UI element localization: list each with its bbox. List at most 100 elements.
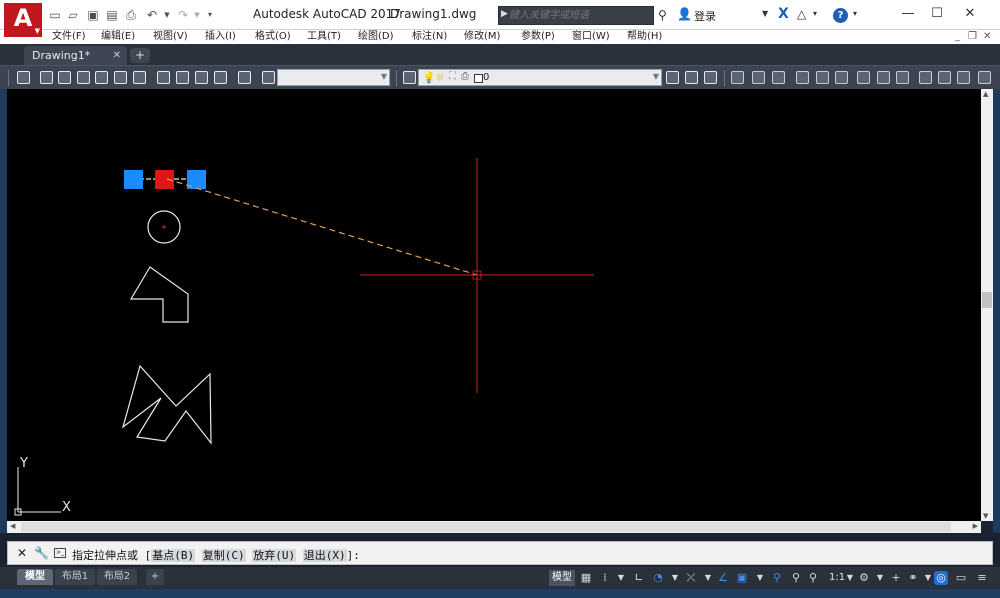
- polyline-shape-2[interactable]: [121, 364, 212, 445]
- auto-scale-icon[interactable]: ⚲: [789, 571, 803, 585]
- menu-modify[interactable]: 修改(M): [464, 30, 500, 44]
- dim-linear-icon[interactable]: [731, 71, 744, 84]
- object-snap-icon[interactable]: ▣: [735, 571, 749, 585]
- scroll-down-icon[interactable]: ▼: [983, 512, 988, 520]
- menu-file[interactable]: 文件(F): [52, 30, 86, 44]
- layer-previous-icon[interactable]: [685, 71, 698, 84]
- dim-aligned-icon[interactable]: [752, 71, 765, 84]
- polyline-shape-1[interactable]: [129, 266, 189, 323]
- dim-diameter-icon[interactable]: [835, 71, 848, 84]
- ortho-icon[interactable]: ∟: [632, 571, 646, 585]
- binoculars-search-icon[interactable]: ⚲: [658, 8, 667, 22]
- make-current-layer-icon[interactable]: [666, 71, 679, 84]
- horizontal-scrollbar[interactable]: ◀ ▶: [7, 521, 981, 533]
- vertical-scroll-thumb[interactable]: [982, 292, 992, 308]
- clean-screen-icon[interactable]: ▭: [954, 571, 968, 585]
- isodraft-dropdown-icon[interactable]: ▼: [701, 571, 715, 585]
- named-views-icon[interactable]: [262, 71, 275, 84]
- undo-dropdown-icon[interactable]: ▼: [160, 8, 174, 22]
- redo-dropdown-icon[interactable]: ▼: [190, 8, 204, 22]
- menu-view[interactable]: 视图(V): [153, 30, 188, 44]
- a360-icon[interactable]: △: [797, 7, 806, 21]
- expand-arrow-icon[interactable]: ▶: [501, 9, 508, 19]
- doc-close-button[interactable]: ✕: [983, 30, 991, 44]
- user-icon[interactable]: 👤: [677, 7, 692, 21]
- menu-dimension[interactable]: 标注(N): [412, 30, 447, 44]
- layer-state-icon[interactable]: [704, 71, 717, 84]
- undo-icon[interactable]: ↶: [145, 8, 159, 22]
- isolate-objects-icon[interactable]: ⚭: [906, 571, 920, 585]
- plot-icon[interactable]: ⎙: [461, 71, 469, 82]
- close-tab-icon[interactable]: ✕: [113, 46, 121, 65]
- workspace-icon[interactable]: [17, 71, 30, 84]
- menu-draw[interactable]: 绘图(D): [358, 30, 394, 44]
- customize-qat-icon[interactable]: ▾: [203, 8, 217, 22]
- iso-se-icon[interactable]: [176, 71, 189, 84]
- save-as-icon[interactable]: ▤: [105, 8, 119, 22]
- chevron-down-icon[interactable]: ▼: [381, 72, 387, 81]
- search-box[interactable]: ▶: [498, 6, 654, 25]
- object-snap-tracking-icon[interactable]: ∠: [716, 571, 730, 585]
- tab-layout2[interactable]: 布局2: [97, 569, 137, 585]
- add-layout-button[interactable]: +: [146, 569, 164, 585]
- scroll-right-icon[interactable]: ▶: [973, 522, 978, 530]
- minimize-button[interactable]: —: [893, 4, 923, 24]
- doc-restore-button[interactable]: ❐: [968, 30, 977, 44]
- menu-edit[interactable]: 编辑(E): [101, 30, 135, 44]
- workspace-dropdown-icon[interactable]: ▼: [873, 571, 887, 585]
- dim-continue-icon[interactable]: [919, 71, 932, 84]
- command-option-exit[interactable]: 退出(X): [302, 549, 347, 562]
- dim-baseline-icon[interactable]: [896, 71, 909, 84]
- model-space[interactable]: Y X: [7, 89, 981, 521]
- menu-format[interactable]: 格式(O): [255, 30, 291, 44]
- scale-dropdown-icon[interactable]: ▼: [843, 571, 857, 585]
- dim-quick-icon[interactable]: [877, 71, 890, 84]
- help-dropdown-icon[interactable]: ▾: [853, 9, 857, 18]
- hardware-acceleration-icon[interactable]: ◎: [934, 571, 948, 585]
- lightbulb-icon[interactable]: 💡: [422, 71, 436, 84]
- a360-dropdown-icon[interactable]: ▾: [813, 9, 817, 18]
- layer-color-swatch[interactable]: [474, 74, 483, 83]
- command-prompt-icon[interactable]: >_: [54, 548, 66, 558]
- file-tab-drawing1[interactable]: Drawing1* ✕: [24, 46, 127, 65]
- command-line[interactable]: ✕ 🔧 >_ 指定拉伸点或 [基点(B) 复制(C) 放弃(U) 退出(X)]:: [7, 541, 993, 565]
- tolerance-icon[interactable]: [978, 71, 991, 84]
- dim-radius-icon[interactable]: [816, 71, 829, 84]
- iso-sw-icon[interactable]: [157, 71, 170, 84]
- close-window-button[interactable]: ✕: [955, 4, 985, 24]
- command-option-undo[interactable]: 放弃(U): [252, 549, 297, 562]
- maximize-button[interactable]: ☐: [922, 4, 952, 24]
- snap-icon[interactable]: ⁞: [598, 571, 612, 585]
- command-option-copy[interactable]: 复制(C): [201, 549, 246, 562]
- command-option-base[interactable]: 基点(B): [151, 549, 196, 562]
- new-tab-button[interactable]: +: [130, 48, 150, 63]
- plus-icon[interactable]: +: [889, 571, 903, 585]
- layer-combo[interactable]: 💡 ☼ ⛶ ⎙ 0 ▼: [418, 69, 662, 86]
- dim-space-icon[interactable]: [938, 71, 951, 84]
- menu-parametric[interactable]: 参数(P): [521, 30, 555, 44]
- help-icon[interactable]: ?: [833, 8, 848, 23]
- annotation-visibility-icon[interactable]: ⚲: [770, 571, 784, 585]
- grip-cold-left[interactable]: [124, 170, 143, 189]
- wrench-icon[interactable]: 🔧: [34, 546, 49, 560]
- save-icon[interactable]: ▣: [86, 8, 100, 22]
- tab-layout1[interactable]: 布局1: [55, 569, 95, 585]
- search-input[interactable]: [509, 8, 651, 23]
- drawing-canvas[interactable]: Y X: [7, 89, 981, 521]
- toolbar-grip[interactable]: [8, 70, 9, 86]
- osnap-dropdown-icon[interactable]: ▼: [753, 571, 767, 585]
- vertical-scrollbar[interactable]: ▲ ▼: [981, 89, 993, 521]
- dim-arc-icon[interactable]: [772, 71, 785, 84]
- horizontal-scroll-thumb[interactable]: [21, 522, 951, 532]
- view-top-icon[interactable]: [40, 71, 53, 84]
- model-space-button[interactable]: 模型: [549, 570, 575, 586]
- iso-ne-icon[interactable]: [195, 71, 208, 84]
- view-combo[interactable]: ▼: [277, 69, 390, 86]
- open-folder-icon[interactable]: ▱: [66, 8, 80, 22]
- customization-icon[interactable]: ≡: [975, 571, 989, 585]
- menu-window[interactable]: 窗口(W): [572, 30, 610, 44]
- grid-icon[interactable]: ▦: [579, 571, 593, 585]
- view-back-icon[interactable]: [133, 71, 146, 84]
- isolate-dropdown-icon[interactable]: ▼: [921, 571, 935, 585]
- snap-dropdown-icon[interactable]: ▼: [614, 571, 628, 585]
